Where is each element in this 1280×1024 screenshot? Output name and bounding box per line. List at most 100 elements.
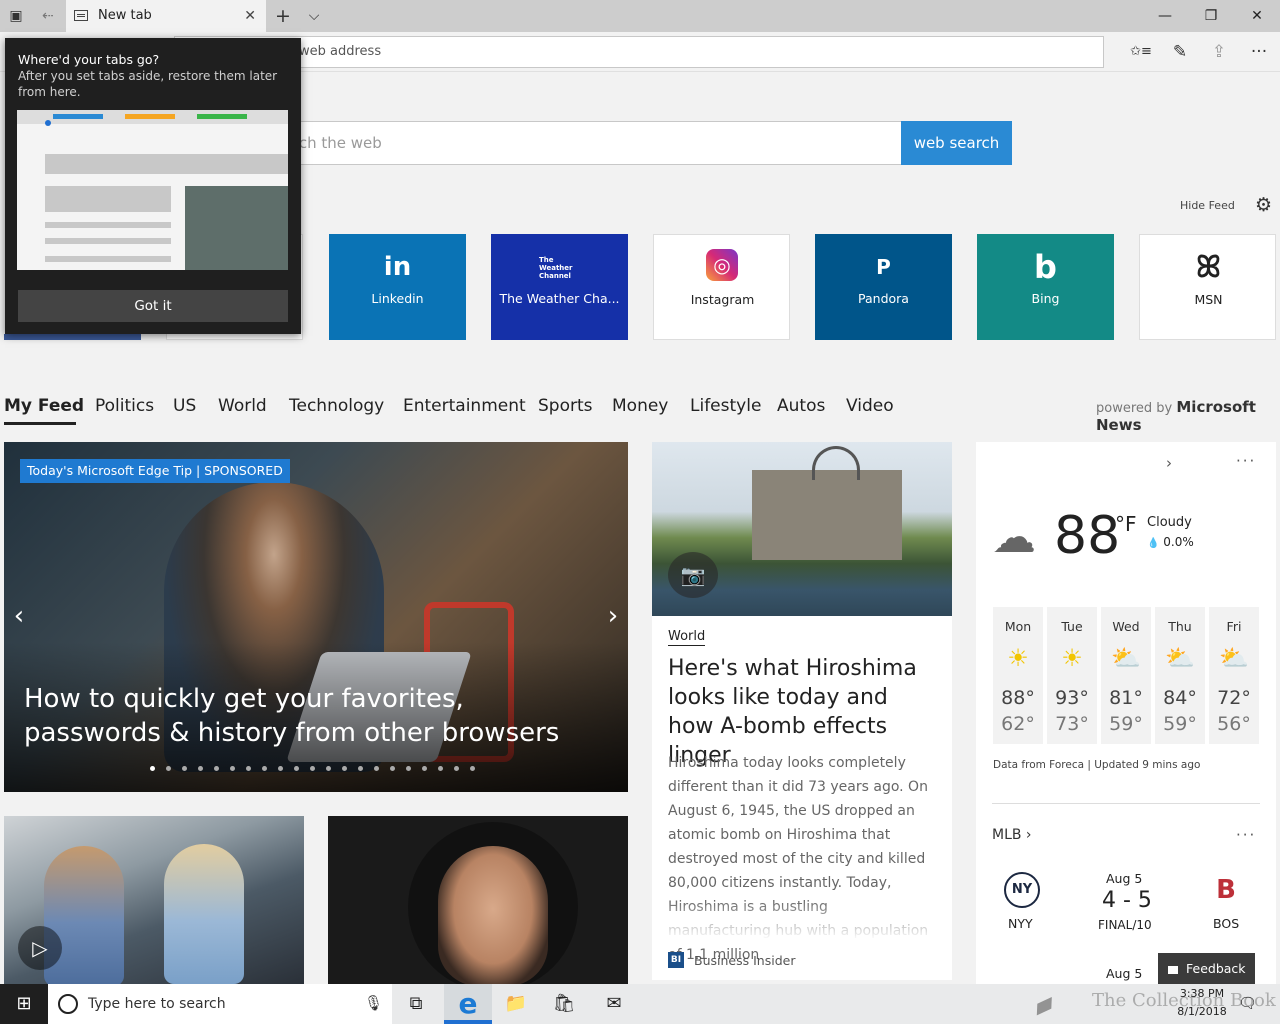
mlb-more-icon[interactable]: ··· [1236, 826, 1256, 844]
clock-time[interactable]: 3:38 PM [1172, 987, 1232, 1000]
carousel-dot[interactable] [262, 766, 267, 771]
web-search-input[interactable]: rch the web [284, 121, 902, 165]
game-score[interactable]: 4 - 5 [1102, 888, 1152, 913]
carousel-dot[interactable] [166, 766, 171, 771]
tab-money[interactable]: Money [612, 396, 668, 416]
carousel-dot[interactable] [422, 766, 427, 771]
tab-autos[interactable]: Autos [777, 396, 825, 416]
hidden-tile-facebook[interactable] [4, 334, 141, 340]
carousel-dot[interactable] [230, 766, 235, 771]
notes-pen-icon[interactable]: ✎ [1167, 40, 1193, 64]
carousel-dot[interactable] [438, 766, 443, 771]
powered-by-prefix: powered by [1096, 401, 1173, 416]
tab-close-icon[interactable]: ✕ [244, 0, 256, 32]
video-person-right [164, 844, 244, 984]
microphone-icon[interactable]: 🎙 [364, 994, 383, 1012]
forecast-day[interactable]: Tue ☀ 93° 73° [1047, 607, 1097, 744]
clock-date[interactable]: 8/1/2018 [1166, 1005, 1238, 1018]
tile-msn[interactable]: ꕤ MSN [1139, 234, 1276, 340]
news-card[interactable] [328, 816, 628, 984]
mail-icon[interactable]: ✉ [590, 984, 638, 1024]
minimize-button[interactable]: — [1142, 0, 1188, 32]
forecast-day[interactable]: Mon ☀ 88° 62° [993, 607, 1043, 744]
carousel-dot[interactable] [214, 766, 219, 771]
task-view-icon[interactable]: ⧉ [392, 984, 440, 1024]
web-search-button[interactable]: web search [901, 121, 1012, 165]
carousel-dot[interactable] [406, 766, 411, 771]
tab-entertainment[interactable]: Entertainment [403, 396, 526, 416]
tile-instagram[interactable]: ◎ Instagram [653, 234, 790, 340]
active-tab[interactable]: New tab ✕ [66, 0, 266, 32]
article-source: Business Insider [694, 953, 796, 968]
carousel-dot[interactable] [246, 766, 251, 771]
tile-bing[interactable]: b Bing [977, 234, 1114, 340]
carousel-dot[interactable] [182, 766, 187, 771]
edge-icon[interactable]: e [444, 984, 492, 1024]
weather-chevron-icon[interactable]: › [1166, 454, 1172, 472]
tab-world[interactable]: World [218, 396, 267, 416]
tile-label: Instagram [690, 292, 755, 307]
play-icon[interactable]: ▷ [18, 926, 62, 970]
set-aside-tabs-icon[interactable]: ▣ [5, 6, 27, 26]
tab-lifestyle[interactable]: Lifestyle [690, 396, 761, 416]
carousel-next-icon[interactable]: › [599, 598, 627, 634]
got-it-button[interactable]: Got it [18, 290, 288, 322]
carousel-dot[interactable] [278, 766, 283, 771]
favorites-icon[interactable]: ✩≡ [1128, 40, 1154, 64]
gear-icon[interactable]: ⚙ [1255, 195, 1272, 215]
hero-headline[interactable]: How to quickly get your favorites, passw… [24, 682, 604, 750]
share-icon[interactable]: ⇪ [1206, 40, 1232, 64]
carousel-dot[interactable] [198, 766, 203, 771]
mlb-title-link[interactable]: MLB › [992, 827, 1032, 843]
store-icon[interactable]: 🛍 [540, 984, 588, 1024]
carousel-dot[interactable] [150, 766, 155, 771]
forecast-day[interactable]: Thu ⛅ 84° 59° [1155, 607, 1205, 744]
carousel-dot[interactable] [390, 766, 395, 771]
tab-list-chevron-icon[interactable]: ⌵ [303, 6, 325, 26]
illu-line [45, 222, 171, 228]
carousel-dot[interactable] [294, 766, 299, 771]
tile-weather-channel[interactable]: The Weather Channel The Weather Cha... [491, 234, 628, 340]
popup-illustration [17, 110, 288, 270]
address-input[interactable]: web address [174, 36, 1104, 68]
tile-linkedin[interactable]: in Linkedin [329, 234, 466, 340]
tab-video[interactable]: Video [846, 396, 894, 416]
carousel-prev-icon[interactable]: ‹ [5, 598, 33, 634]
carousel-dot[interactable] [358, 766, 363, 771]
windows-start-icon[interactable]: ⊞ [0, 984, 48, 1024]
article-category[interactable]: World [668, 629, 706, 646]
tab-politics[interactable]: Politics [95, 396, 154, 416]
forecast-high: 81° [1109, 687, 1143, 709]
carousel-dot[interactable] [374, 766, 379, 771]
sun-icon: ☀ [1061, 644, 1083, 672]
tab-technology[interactable]: Technology [289, 396, 384, 416]
weather-more-icon[interactable]: ··· [1236, 452, 1256, 470]
action-center-icon[interactable]: 🗨 [1238, 994, 1257, 1012]
carousel-dot[interactable] [454, 766, 459, 771]
forecast-day[interactable]: Fri ⛅ 72° 56° [1209, 607, 1259, 744]
tab-my-feed[interactable]: My Feed [4, 396, 84, 416]
home-team: NYY [1008, 916, 1033, 931]
maximize-button[interactable]: ❐ [1188, 0, 1234, 32]
more-settings-icon[interactable]: ··· [1246, 40, 1272, 64]
feedback-button[interactable]: Feedback [1158, 953, 1255, 984]
tab-sports[interactable]: Sports [538, 396, 593, 416]
tile-pandora[interactable]: P Pandora [815, 234, 952, 340]
carousel-dot[interactable] [310, 766, 315, 771]
file-explorer-icon[interactable]: 📁 [492, 984, 540, 1024]
new-tab-button[interactable]: + [272, 6, 294, 26]
taskbar-search-input[interactable]: Type here to search [48, 984, 392, 1024]
carousel-dot[interactable] [342, 766, 347, 771]
carousel-dot[interactable] [326, 766, 331, 771]
forecast-day[interactable]: Wed ⛅ 81° 59° [1101, 607, 1151, 744]
partly-cloudy-icon: ⛅ [1165, 644, 1195, 672]
hide-feed-link[interactable]: Hide Feed [1180, 199, 1235, 212]
illu-line [45, 238, 171, 244]
temperature-unit[interactable]: °F [1115, 512, 1137, 536]
close-window-button[interactable]: ✕ [1234, 0, 1280, 32]
tile-label: Linkedin [371, 291, 424, 306]
carousel-dot[interactable] [470, 766, 475, 771]
restore-tabs-icon[interactable]: ⇠ [37, 6, 59, 26]
tab-us[interactable]: US [173, 396, 196, 416]
camera-icon[interactable]: 📷 [668, 552, 718, 598]
